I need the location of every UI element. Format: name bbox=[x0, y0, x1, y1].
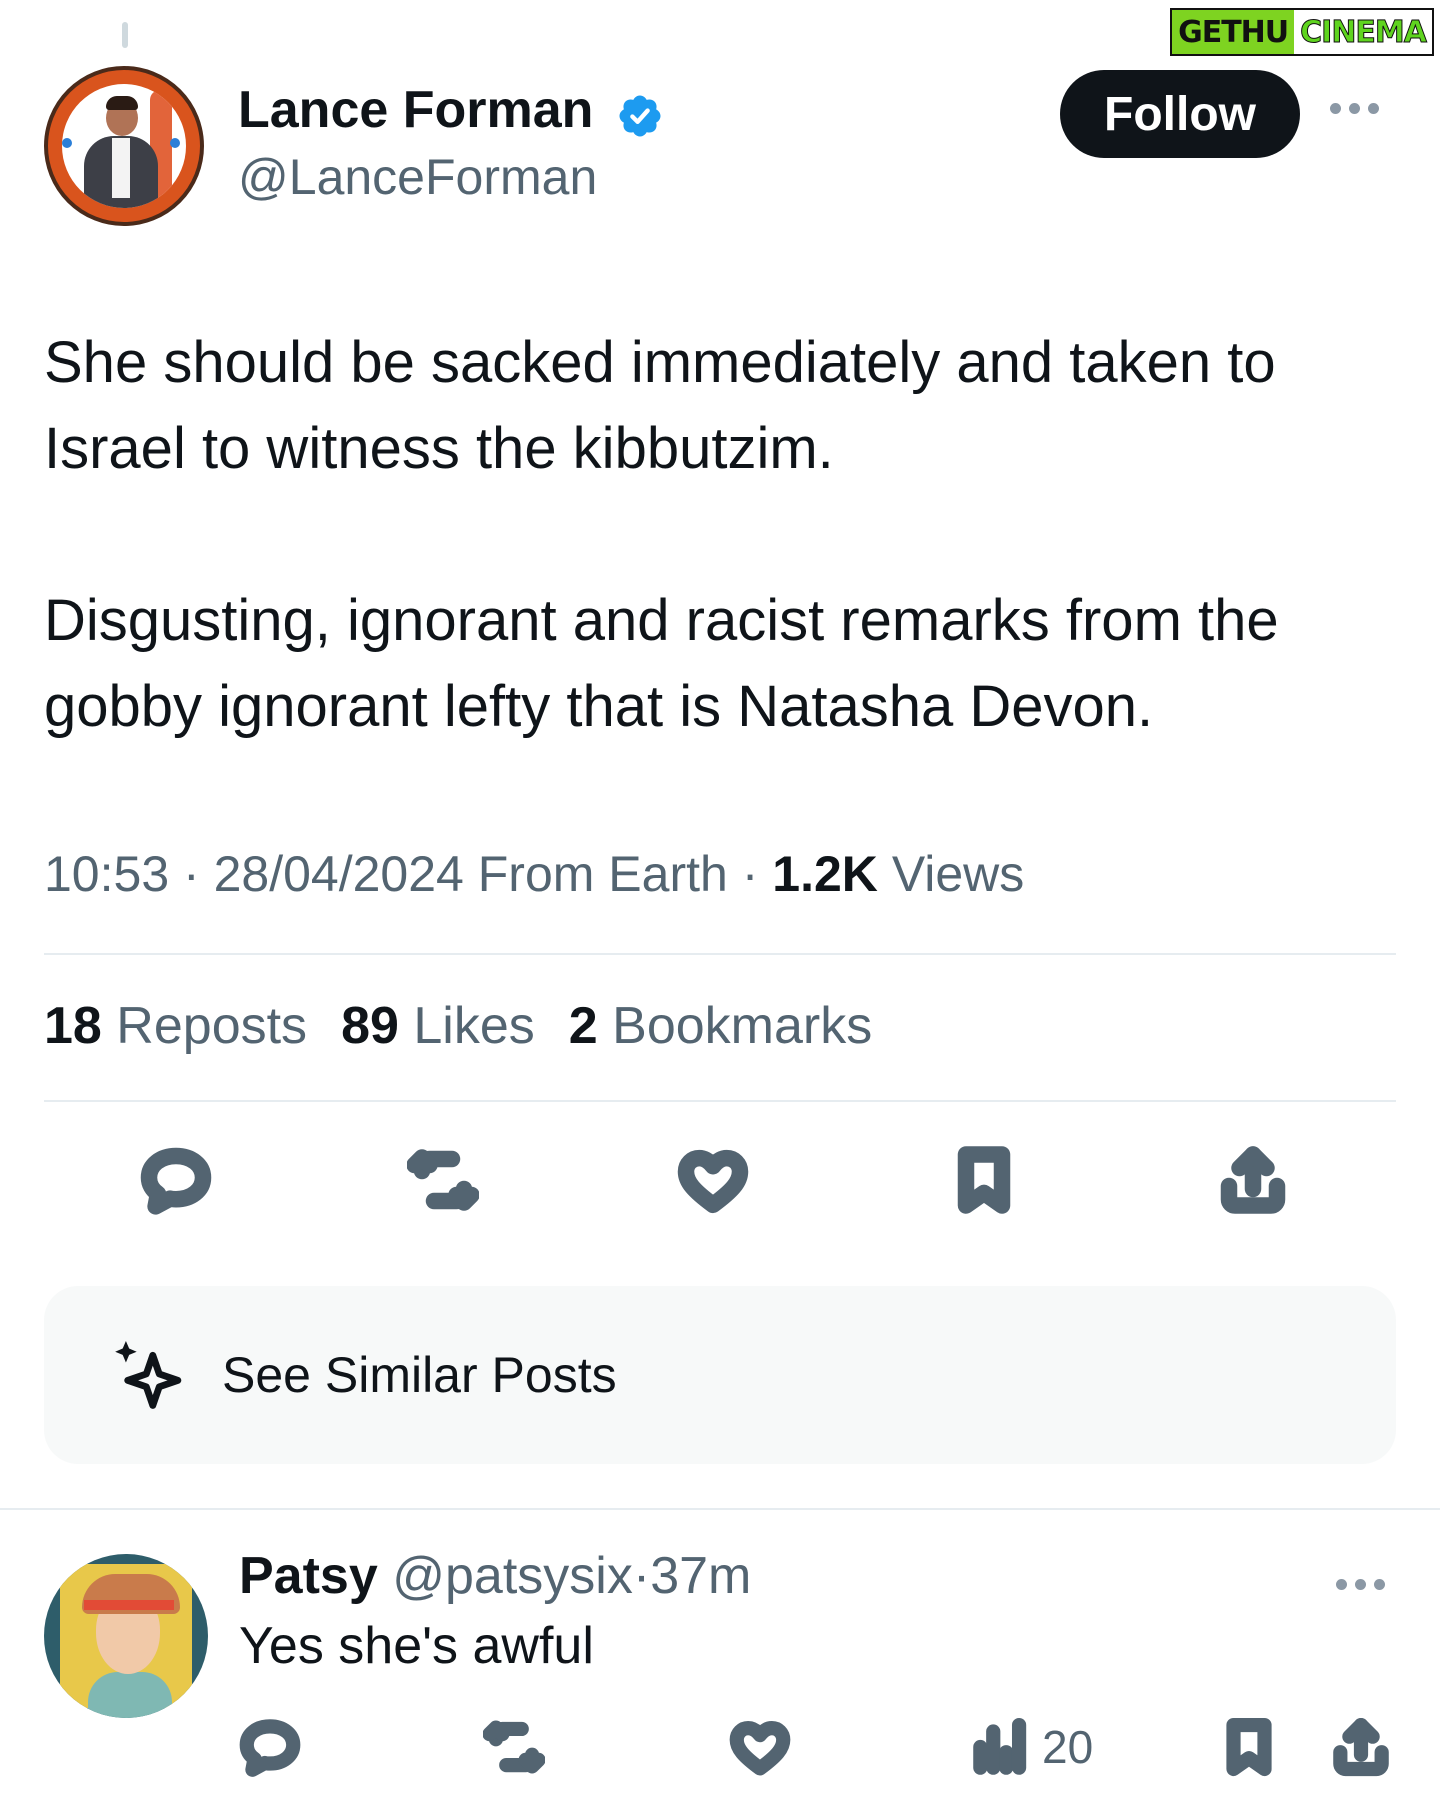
reply-author-name[interactable]: Patsy bbox=[239, 1547, 378, 1605]
reposts-count: 18 bbox=[44, 997, 102, 1055]
reply-repost-icon[interactable] bbox=[483, 1712, 545, 1782]
meta-separator: · bbox=[741, 846, 759, 902]
post-text: She should be sacked immediately and tak… bbox=[44, 320, 1396, 750]
author-name[interactable]: Lance Forman bbox=[238, 80, 593, 140]
reply-separator: · bbox=[632, 1547, 651, 1605]
post-header: Lance Forman @LanceForman Follow bbox=[44, 66, 1396, 236]
post-meta: 10:53 · 28/04/2024 From Earth · 1.2K Vie… bbox=[44, 845, 1024, 903]
post-paragraph: Disgusting, ignorant and racist remarks … bbox=[44, 588, 1279, 739]
thread-connector bbox=[122, 22, 128, 48]
reposts-stat[interactable]: 18 Reposts bbox=[44, 996, 307, 1056]
post-paragraph: She should be sacked immediately and tak… bbox=[44, 330, 1276, 481]
reply-reply-icon[interactable] bbox=[239, 1712, 301, 1782]
see-similar-posts-button[interactable]: See Similar Posts bbox=[44, 1286, 1396, 1464]
bookmark-icon[interactable] bbox=[944, 1140, 1024, 1220]
repost-icon[interactable] bbox=[403, 1140, 483, 1220]
reply-bookmark-icon[interactable] bbox=[1218, 1712, 1280, 1782]
views-icon bbox=[973, 1717, 1027, 1775]
verified-badge-icon bbox=[619, 95, 661, 137]
reply-more-options-icon[interactable] bbox=[1336, 1572, 1396, 1596]
reply-views-count: 20 bbox=[1042, 1721, 1094, 1773]
reply-icon[interactable] bbox=[136, 1140, 216, 1220]
reply-handle[interactable]: @patsysix bbox=[392, 1547, 633, 1605]
reply-post: Patsy @patsysix·37m Yes she's awful 20 bbox=[0, 1510, 1440, 1800]
post-action-bar bbox=[0, 1140, 1440, 1220]
reply-avatar[interactable] bbox=[44, 1554, 208, 1718]
views-count: 1.2K bbox=[772, 846, 878, 902]
reply-age[interactable]: 37m bbox=[650, 1547, 751, 1605]
author-handle[interactable]: @LanceForman bbox=[238, 148, 597, 206]
follow-button[interactable]: Follow bbox=[1060, 70, 1300, 158]
post-source: From Earth bbox=[477, 846, 728, 902]
engagement-stats: 18 Reposts 89 Likes 2 Bookmarks bbox=[44, 996, 872, 1056]
reply-text: Yes she's awful bbox=[239, 1617, 594, 1675]
likes-label: Likes bbox=[413, 997, 535, 1055]
watermark-logo: GETHU CINEMA bbox=[1170, 8, 1434, 56]
views-label: Views bbox=[891, 846, 1025, 902]
bookmarks-stat[interactable]: 2 Bookmarks bbox=[569, 996, 872, 1056]
avatar-photo bbox=[62, 84, 186, 208]
reply-views[interactable]: 20 bbox=[970, 1712, 1093, 1782]
post-date[interactable]: 28/04/2024 bbox=[214, 846, 464, 902]
divider bbox=[44, 953, 1396, 955]
like-icon[interactable] bbox=[673, 1140, 753, 1220]
watermark-part2: CINEMA bbox=[1300, 14, 1428, 50]
bookmarks-count: 2 bbox=[568, 997, 598, 1055]
share-icon[interactable] bbox=[1213, 1140, 1293, 1220]
author-avatar[interactable] bbox=[44, 66, 204, 226]
reply-action-bar: 20 bbox=[0, 1712, 1440, 1782]
reply-header: Patsy @patsysix·37m bbox=[239, 1546, 751, 1606]
meta-separator: · bbox=[183, 846, 200, 902]
likes-stat[interactable]: 89 Likes bbox=[341, 996, 535, 1056]
watermark-part1: GETHU bbox=[1172, 10, 1295, 54]
sparkle-icon bbox=[115, 1340, 182, 1409]
see-similar-posts-label: See Similar Posts bbox=[222, 1347, 617, 1403]
reply-share-icon[interactable] bbox=[1330, 1712, 1392, 1782]
post-time[interactable]: 10:53 bbox=[44, 846, 169, 902]
reply-like-icon[interactable] bbox=[729, 1712, 791, 1782]
likes-count: 89 bbox=[341, 997, 399, 1055]
divider bbox=[44, 1100, 1396, 1102]
bookmarks-label: Bookmarks bbox=[612, 997, 873, 1055]
reposts-label: Reposts bbox=[116, 997, 308, 1055]
more-options-icon[interactable] bbox=[1330, 96, 1390, 120]
